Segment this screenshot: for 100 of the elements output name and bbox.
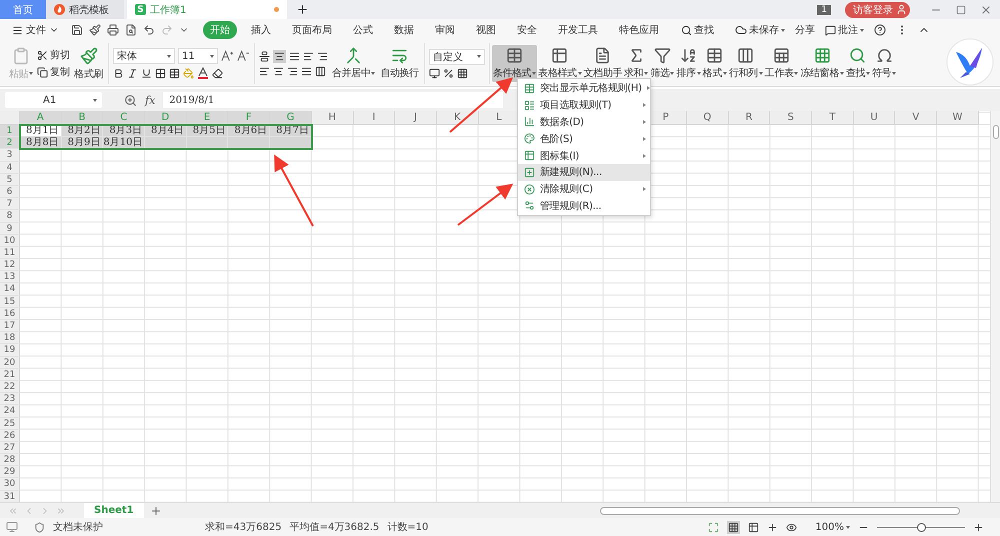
save-icon[interactable] — [71, 24, 83, 36]
row-header[interactable]: 14 — [0, 283, 20, 296]
row-header[interactable]: 3 — [0, 149, 20, 162]
ribbon-tool-button[interactable]: 文档助手 — [582, 45, 624, 82]
print-preview-icon[interactable] — [125, 24, 137, 36]
row-header[interactable]: 15 — [0, 296, 20, 308]
row-header[interactable]: 4 — [0, 162, 20, 174]
cut-button[interactable]: 剪切 — [37, 48, 70, 62]
row-header[interactable]: 11 — [0, 246, 20, 260]
column-header[interactable]: T — [812, 111, 854, 125]
menu-item[interactable]: 管理规则(R)... — [518, 198, 650, 214]
brush-icon[interactable] — [89, 24, 101, 36]
column-header[interactable]: H — [312, 111, 354, 125]
ribbon-tab[interactable]: 开始 — [203, 21, 237, 39]
ribbon-tool-button[interactable]: 排序 — [675, 45, 702, 82]
column-header[interactable]: W — [937, 111, 979, 125]
column-header[interactable]: Q — [687, 111, 729, 125]
normal-view-button[interactable] — [727, 520, 740, 534]
document-tab[interactable]: 首页 — [0, 0, 46, 19]
ribbon-tab[interactable]: 开发工具 — [551, 21, 605, 39]
wrap-text-button[interactable]: 自动换行 — [379, 45, 420, 82]
menu-item[interactable]: 新建规则(N)... — [518, 164, 650, 181]
row-header[interactable]: 29 — [0, 466, 20, 478]
column-header[interactable]: K — [436, 111, 479, 125]
fill-color-icon[interactable] — [183, 68, 194, 78]
ribbon-tool-button[interactable]: 冻结窗格 — [799, 45, 845, 82]
window-count-badge[interactable]: 1 — [817, 4, 831, 14]
ribbon-tab[interactable]: 插入 — [244, 21, 278, 39]
eraser-icon[interactable] — [212, 68, 224, 78]
outdent-icon[interactable] — [317, 51, 328, 62]
screen-icon[interactable] — [6, 521, 18, 533]
zoom-icon[interactable] — [124, 94, 137, 106]
column-header[interactable]: I — [354, 111, 396, 125]
menu-item[interactable]: 图标集(I) — [518, 147, 650, 164]
ribbon-tab[interactable]: 数据 — [387, 21, 421, 39]
ribbon-tab[interactable]: 公式 — [346, 21, 380, 39]
page-break-icon[interactable] — [748, 522, 760, 532]
format-painter-button[interactable]: 格式刷 — [73, 44, 104, 82]
ribbon-tab[interactable]: 安全 — [510, 21, 544, 39]
row-header[interactable]: 25 — [0, 418, 20, 430]
vertical-scrollbar[interactable] — [990, 111, 1000, 502]
add-sheet-icon[interactable] — [150, 504, 162, 516]
ribbon-tab[interactable]: 视图 — [469, 21, 503, 39]
font-name-select[interactable]: 宋体 — [113, 48, 176, 64]
font-size-select[interactable]: 11 — [178, 48, 218, 64]
font-color-icon[interactable] — [197, 67, 210, 79]
row-header[interactable]: 20 — [0, 356, 20, 369]
align-middle-button[interactable] — [273, 50, 286, 63]
new-tab-icon[interactable] — [296, 3, 309, 16]
restore-icon[interactable] — [956, 4, 966, 14]
eye-icon[interactable] — [786, 522, 798, 532]
row-header[interactable]: 5 — [0, 174, 20, 186]
ribbon-tool-button[interactable]: 查找 — [844, 45, 872, 82]
row-header[interactable]: 18 — [0, 332, 20, 344]
column-header[interactable]: V — [895, 111, 938, 125]
menu-item[interactable]: 突出显示单元格规则(H) — [518, 80, 650, 97]
shrink-font-icon[interactable] — [237, 50, 250, 62]
row-header[interactable]: 9 — [0, 222, 20, 235]
ribbon-tool-button[interactable]: 符号 — [871, 45, 898, 82]
column-header[interactable]: J — [395, 111, 437, 125]
file-menu[interactable]: 文件 — [8, 23, 63, 37]
column-header[interactable]: U — [854, 111, 896, 125]
login-button[interactable]: 访客登录 — [845, 2, 910, 18]
column-header[interactable]: S — [770, 111, 812, 125]
percent-icon[interactable] — [442, 68, 454, 78]
fullscreen-icon[interactable] — [708, 522, 720, 532]
row-header[interactable]: 16 — [0, 308, 20, 320]
cell-style-icon[interactable] — [169, 68, 180, 78]
ribbon-tool-button[interactable]: 行和列 — [728, 45, 764, 82]
row-header[interactable]: 12 — [0, 259, 20, 272]
merge-center-button[interactable]: 合并居中 — [331, 45, 376, 82]
unsaved-button[interactable]: 未保存 — [735, 23, 785, 37]
document-tab[interactable]: S 工作簿1 — [127, 0, 287, 19]
print-icon[interactable] — [107, 24, 119, 36]
help-icon[interactable] — [874, 24, 886, 36]
ribbon-tab[interactable]: 页面布局 — [285, 21, 339, 39]
document-tab[interactable]: 稻壳模板 — [46, 0, 124, 19]
borders-icon[interactable] — [155, 68, 166, 78]
comment-button[interactable]: 批注 — [825, 23, 864, 37]
grow-font-icon[interactable] — [221, 50, 234, 62]
zoom-in-icon[interactable] — [973, 522, 984, 532]
share-button[interactable]: 分享 — [795, 23, 815, 37]
row-header[interactable]: 6 — [0, 186, 20, 198]
zoom-slider-thumb[interactable] — [917, 522, 926, 532]
justify-icon[interactable] — [301, 66, 312, 77]
ribbon-tool-button[interactable]: 格式 — [702, 45, 728, 82]
number-format-select[interactable]: 自定义 — [428, 48, 485, 64]
row-header[interactable]: 21 — [0, 368, 20, 381]
underline-icon[interactable] — [141, 68, 152, 78]
align-right-icon[interactable] — [287, 66, 298, 77]
search-button[interactable]: 查找 — [681, 23, 714, 37]
row-header[interactable]: 8 — [0, 210, 20, 222]
ribbon-tool-button[interactable]: 条件格式 — [492, 45, 538, 82]
formula-input[interactable]: 2019/8/1 — [163, 92, 504, 108]
italic-icon[interactable] — [127, 68, 138, 78]
undo-icon[interactable] — [143, 24, 155, 36]
row-header[interactable]: 30 — [0, 478, 20, 491]
align-left-icon[interactable] — [259, 66, 270, 77]
function-label[interactable]: fx — [145, 94, 156, 106]
bold-icon[interactable] — [113, 68, 124, 78]
